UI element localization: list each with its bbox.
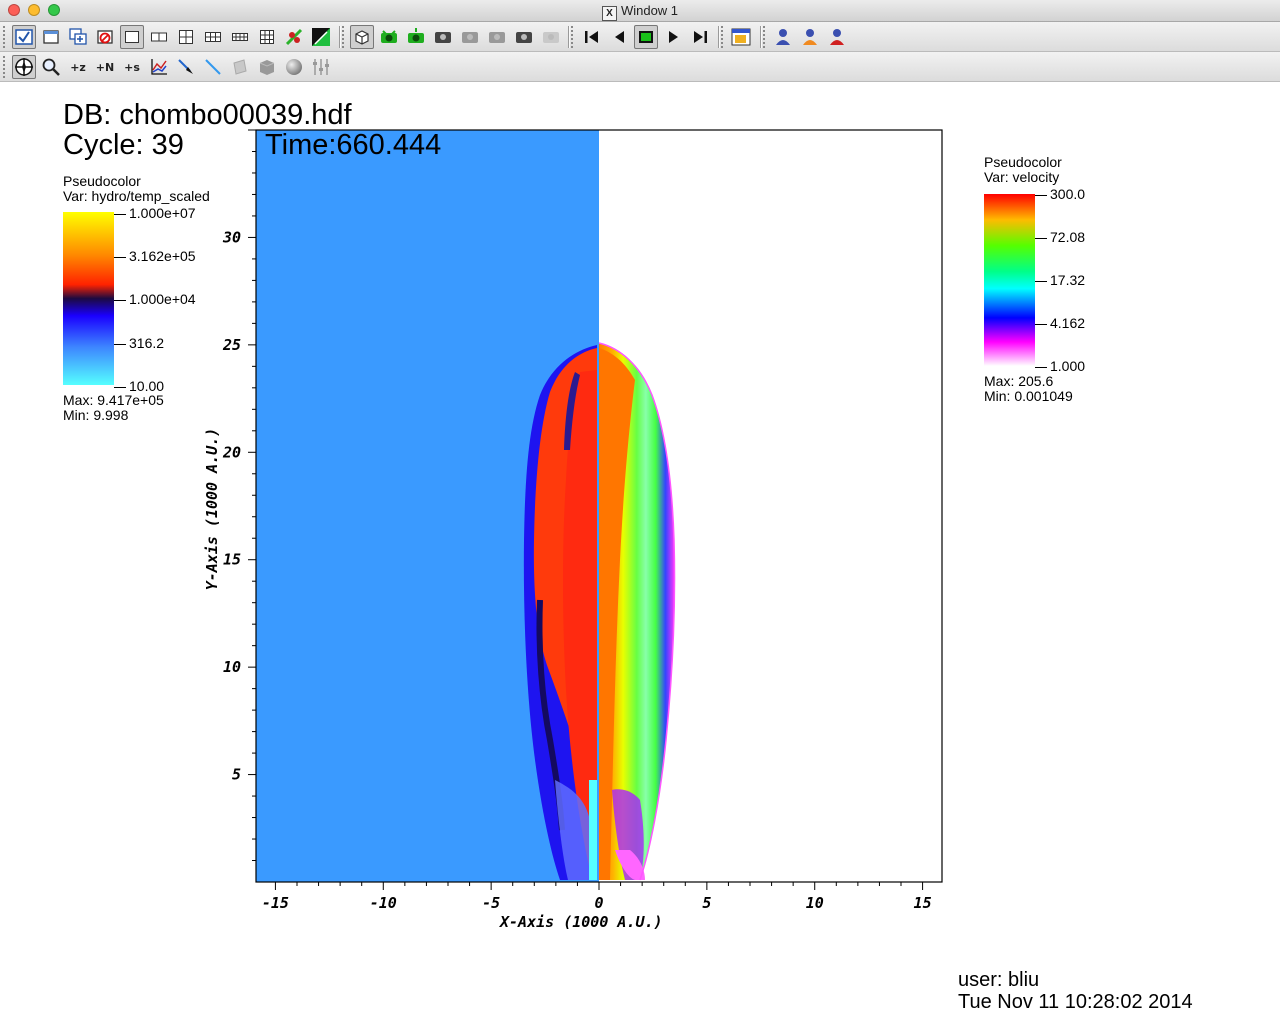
- x-axis-title: X-Axis (1000 A.U.): [500, 913, 663, 931]
- temperature-legend-tick: 1.000e+04: [114, 292, 196, 306]
- x-tick-label: 10: [806, 894, 824, 912]
- x-tick-label: 15: [914, 894, 932, 912]
- x-tick-label: 0: [594, 894, 603, 912]
- y-tick-label: 10: [223, 658, 241, 676]
- temperature-legend-var: Var: hydro/temp_scaled: [63, 188, 210, 204]
- x-axis-ticks: -15 -10 -5 0 5 10 15: [262, 882, 932, 912]
- y-tick-label: 5: [232, 766, 241, 784]
- x-tick-label: -10: [370, 894, 397, 912]
- velocity-legend-tick: 17.32: [1035, 273, 1085, 287]
- time-label: Time:660.444: [265, 129, 442, 161]
- temperature-axis-strip: [589, 780, 597, 880]
- x-tick-label: -5: [482, 894, 500, 912]
- x-tick-label: -15: [262, 894, 289, 912]
- y-tick-label: 15: [223, 551, 241, 569]
- velocity-legend-tick: 300.0: [1035, 187, 1085, 201]
- y-axis-title: Y-Axis (1000 A.U.): [203, 427, 221, 591]
- velocity-legend-tick: 4.162: [1035, 316, 1085, 330]
- temperature-legend-tick: 3.162e+05: [114, 249, 196, 263]
- y-tick-label: 25: [222, 336, 241, 354]
- temperature-legend-bar: [63, 212, 114, 385]
- y-tick-label: 30: [222, 228, 241, 246]
- temperature-legend-min: Min: 9.998: [63, 407, 129, 423]
- velocity-legend-min: Min: 0.001049: [984, 388, 1073, 404]
- x-tick-label: 5: [702, 894, 711, 912]
- plot-area[interactable]: -15 -10 -5 0 5 10 15 5 10 15 20 25 30: [0, 0, 1280, 1024]
- velocity-legend-tick: 1.000: [1035, 359, 1085, 373]
- velocity-legend-bar: [984, 194, 1035, 366]
- user-label: user: bliu: [958, 969, 1040, 991]
- velocity-legend-max: Max: 205.6: [984, 373, 1054, 389]
- temperature-legend-tick: 316.2: [114, 336, 164, 350]
- temperature-legend-max: Max: 9.417e+05: [63, 392, 164, 408]
- velocity-legend-type: Pseudocolor: [984, 154, 1062, 170]
- velocity-legend-var: Var: velocity: [984, 169, 1060, 185]
- y-tick-label: 20: [222, 443, 241, 461]
- y-axis-ticks: 5 10 15 20 25 30: [222, 129, 256, 862]
- date-label: Tue Nov 11 10:28:02 2014: [958, 991, 1193, 1013]
- temperature-legend-type: Pseudocolor: [63, 173, 141, 189]
- velocity-legend-tick: 72.08: [1035, 230, 1085, 244]
- temperature-legend-tick: 10.00: [114, 379, 164, 393]
- temperature-legend-tick: 1.000e+07: [114, 206, 196, 220]
